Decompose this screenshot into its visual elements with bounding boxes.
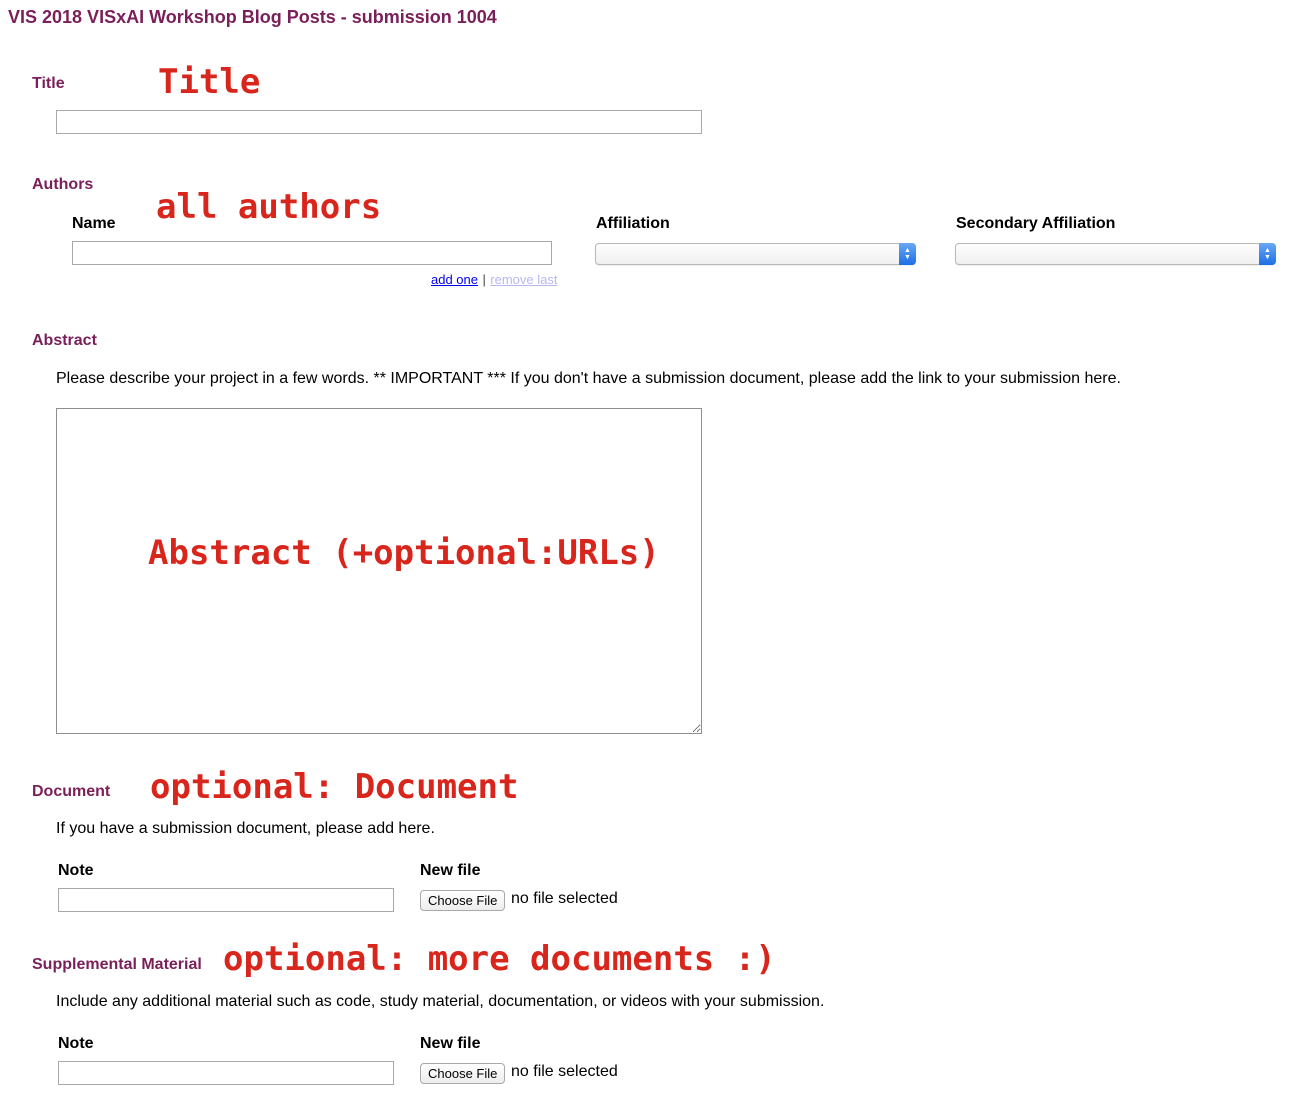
abstract-help-text: Please describe your project in a few wo… (56, 370, 1121, 387)
supplemental-annotation: optional: more documents :) (223, 939, 776, 979)
document-file-status: no file selected (511, 890, 618, 907)
supplemental-section-label: Supplemental Material (32, 956, 202, 973)
up-down-chevron-icon: ▲ ▼ (899, 243, 916, 265)
supplemental-note-label: Note (58, 1035, 94, 1052)
document-new-file-label: New file (420, 862, 481, 879)
authors-annotation: all authors (156, 187, 382, 227)
document-section-label: Document (32, 783, 111, 800)
document-note-input[interactable] (58, 888, 394, 912)
authors-section-label: Authors (32, 176, 94, 193)
title-input[interactable] (56, 110, 702, 134)
page-title: VIS 2018 VISxAI Workshop Blog Posts - su… (8, 7, 497, 27)
supplemental-new-file-label: New file (420, 1035, 481, 1052)
author-name-input[interactable] (72, 241, 552, 265)
affiliation-select[interactable]: ▲ ▼ (595, 243, 916, 265)
author-name-label: Name (72, 215, 116, 232)
abstract-annotation: Abstract (+optional:URLs) (148, 533, 660, 573)
supplemental-help-text: Include any additional material such as … (56, 993, 825, 1010)
supplemental-note-input[interactable] (58, 1061, 394, 1085)
title-annotation: Title (158, 62, 261, 102)
add-author-link[interactable]: add one (431, 272, 478, 287)
supplemental-file-status: no file selected (511, 1063, 618, 1080)
link-separator: | (482, 272, 486, 287)
supplemental-choose-file-button[interactable]: Choose File (420, 1063, 506, 1084)
up-down-chevron-icon: ▲ ▼ (1259, 243, 1276, 265)
secondary-affiliation-select[interactable]: ▲ ▼ (955, 243, 1276, 265)
secondary-affiliation-label: Secondary Affiliation (956, 215, 1116, 232)
affiliation-label: Affiliation (596, 215, 670, 232)
author-row-controls: add one | remove last (431, 271, 558, 289)
title-section-label: Title (32, 75, 65, 92)
document-note-label: Note (58, 862, 94, 879)
document-choose-file-button[interactable]: Choose File (420, 890, 506, 911)
remove-last-author-link: remove last (490, 272, 558, 287)
document-help-text: If you have a submission document, pleas… (56, 820, 435, 837)
abstract-section-label: Abstract (32, 332, 97, 349)
document-annotation: optional: Document (150, 767, 519, 807)
